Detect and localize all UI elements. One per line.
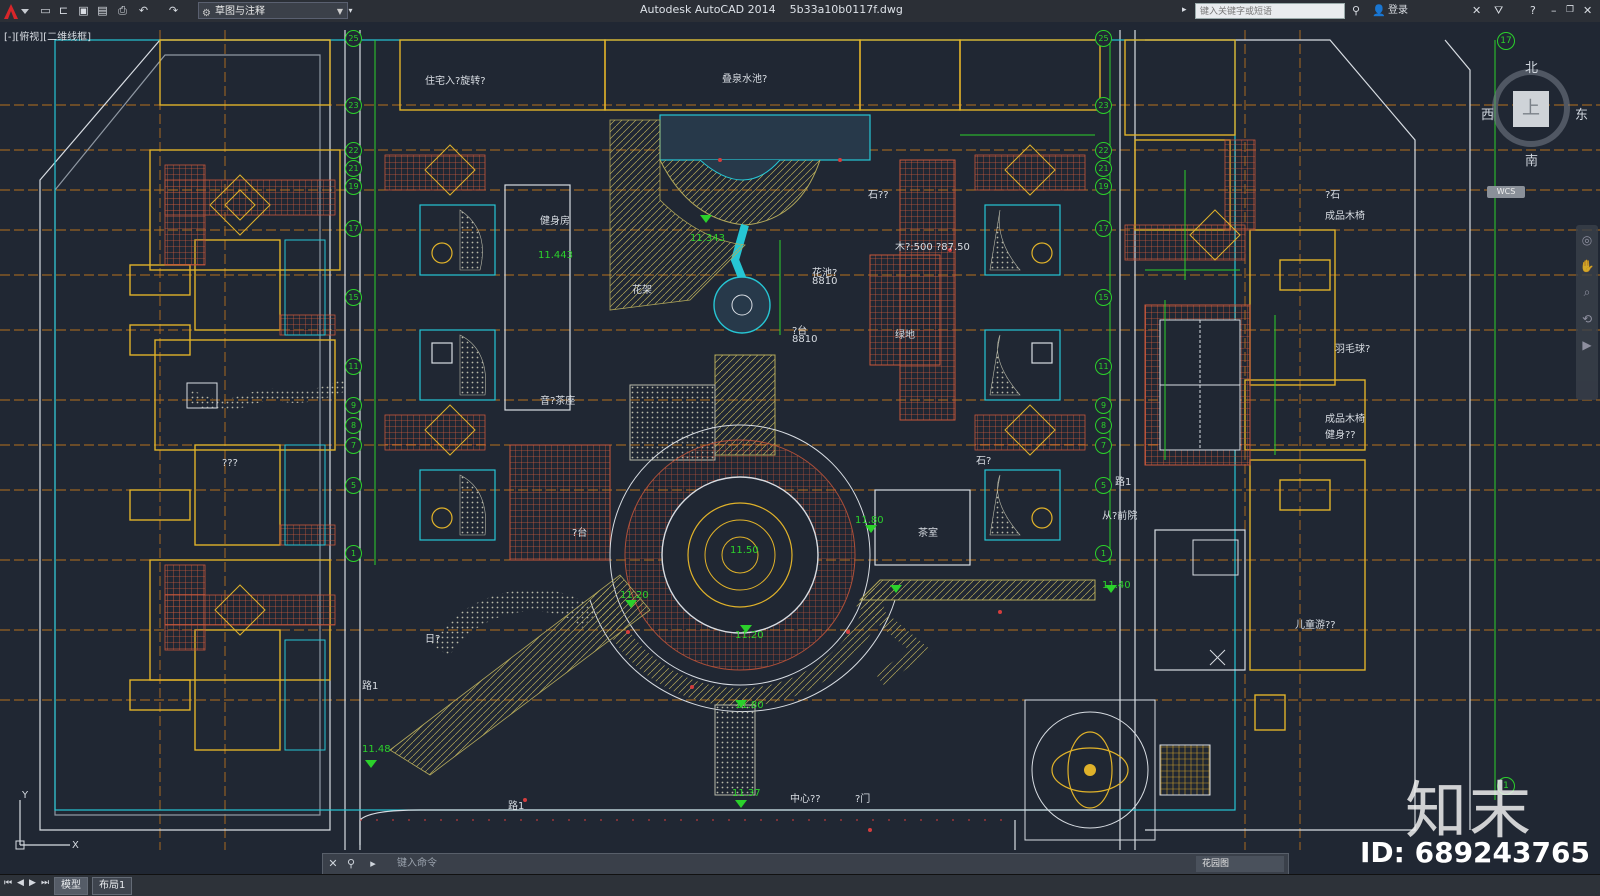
- children-playground: [1154, 529, 1246, 671]
- grid-bubble: 15: [1095, 289, 1112, 306]
- help-icon[interactable]: ?: [1530, 3, 1536, 18]
- grid-bubble: 23: [1095, 97, 1112, 114]
- command-line[interactable]: ✕ ⚲ ▸ 键入命令 花园图: [322, 853, 1289, 875]
- grid-bubble: 7: [1095, 437, 1112, 454]
- grid-bubble: 11: [1095, 358, 1112, 375]
- grid-bubble: 1: [1095, 545, 1112, 562]
- grid-bubble: 15: [345, 289, 362, 306]
- viewcube[interactable]: 北 西 东 南 上: [1475, 55, 1588, 175]
- viewcube-west[interactable]: 西: [1481, 104, 1494, 123]
- search-expand-icon[interactable]: ▸: [1182, 3, 1187, 18]
- pan-icon[interactable]: ✋: [1576, 259, 1598, 273]
- command-input[interactable]: 键入命令: [397, 856, 437, 872]
- grid-bubble: 25: [345, 30, 362, 47]
- recent-commands-icon[interactable]: ▸: [365, 856, 381, 872]
- a360-icon[interactable]: ⛛: [1494, 3, 1503, 18]
- cad-drawing: [0, 30, 1600, 861]
- svg-text:X: X: [72, 840, 79, 850]
- workspace-select[interactable]: ⚙ 草图与注释 ▼: [198, 2, 348, 19]
- open-file-icon[interactable]: ⊏: [56, 3, 71, 18]
- save-icon[interactable]: ▣: [76, 3, 91, 18]
- close-button[interactable]: ✕: [1583, 3, 1592, 18]
- orbit-icon[interactable]: ⟲: [1576, 312, 1598, 326]
- search-input[interactable]: 键入关键字或短语: [1195, 3, 1345, 19]
- app-title: Autodesk AutoCAD 2014: [640, 3, 776, 16]
- viewport-controls-label[interactable]: [-][俯视][二维线框]: [4, 28, 91, 43]
- watermark-id: ID: 689243765: [1360, 836, 1590, 869]
- grid-bubble: 23: [345, 97, 362, 114]
- right-paving: [1124, 139, 1256, 261]
- redo-icon[interactable]: ↷: [166, 3, 181, 18]
- left-curved-path: [186, 379, 348, 412]
- grid-bubble: 5: [345, 477, 362, 494]
- first-tab-icon[interactable]: ⏮: [4, 878, 12, 888]
- grid-bubble: 9: [1095, 397, 1112, 414]
- grid-bubble: 21: [1095, 160, 1112, 177]
- title-bar: ▭ ⊏ ▣ ▤ ⎙ ↶ ↷ ⚙ 草图与注释 ▼ ▾ Autodesk AutoC…: [0, 0, 1600, 23]
- water-feature: [659, 114, 871, 334]
- viewcube-east[interactable]: 东: [1575, 104, 1588, 123]
- navigation-bar[interactable]: ◎ ✋ ⌕ ⟲ ▶: [1576, 225, 1598, 400]
- viewcube-north[interactable]: 北: [1525, 57, 1538, 76]
- close-command-icon[interactable]: ✕: [325, 856, 341, 872]
- grid-bubble: 19: [345, 178, 362, 195]
- tab-model[interactable]: 模型: [54, 877, 88, 895]
- grid-bubble: 8: [345, 417, 362, 434]
- print-icon[interactable]: ⎙: [115, 3, 130, 18]
- wcs-menu[interactable]: WCS: [1487, 186, 1525, 198]
- login-button[interactable]: 登录: [1388, 3, 1408, 18]
- layout-tab-bar: ⏮ ◀ ▶ ⏭ 模型 布局1: [0, 874, 1600, 896]
- minimize-button[interactable]: –: [1551, 3, 1557, 18]
- grid-bubble-right: 17: [1497, 32, 1515, 50]
- zoom-icon[interactable]: ⌕: [1576, 285, 1598, 300]
- grid-bubble: 22: [345, 142, 362, 159]
- grid-bubble: 25: [1095, 30, 1112, 47]
- grid-bubble: 19: [1095, 178, 1112, 195]
- viewcube-top-face[interactable]: 上: [1513, 91, 1549, 127]
- grid-bubble: 9: [345, 397, 362, 414]
- grid-bubble: 21: [345, 160, 362, 177]
- grid-bubble: 17: [345, 220, 362, 237]
- undo-icon[interactable]: ↶: [136, 3, 151, 18]
- autocad-app-icon[interactable]: [2, 1, 32, 21]
- grid-bubble: 8: [1095, 417, 1112, 434]
- grid-bubble: 5: [1095, 477, 1112, 494]
- quick-access-menu-icon[interactable]: ▾: [343, 3, 358, 18]
- showmotion-icon[interactable]: ▶: [1576, 338, 1598, 352]
- exchange-icon[interactable]: ✕: [1472, 3, 1481, 18]
- ucs-icon: Y X: [15, 790, 79, 850]
- grid-bubble: 7: [345, 437, 362, 454]
- next-tab-icon[interactable]: ▶: [29, 878, 36, 888]
- user-icon[interactable]: 👤: [1372, 3, 1386, 18]
- badminton-court: [1144, 304, 1251, 466]
- last-tab-icon[interactable]: ⏭: [41, 878, 49, 888]
- grid-bubble: 11: [345, 358, 362, 375]
- save-as-icon[interactable]: ▤: [95, 3, 110, 18]
- grid-bubble: 17: [1095, 220, 1112, 237]
- new-file-icon[interactable]: ▭: [38, 3, 53, 18]
- search-command-icon[interactable]: ⚲: [343, 856, 359, 872]
- svg-text:Y: Y: [21, 790, 29, 801]
- tab-layout1[interactable]: 布局1: [92, 877, 133, 895]
- grid-bubble: 22: [1095, 142, 1112, 159]
- drawing-canvas[interactable]: [0, 22, 1600, 874]
- grid-bubble: 1: [345, 545, 362, 562]
- steering-wheel-icon[interactable]: ◎: [1576, 233, 1598, 247]
- command-status[interactable]: 花园图: [1196, 856, 1284, 872]
- workspace-label: 草图与注释: [215, 6, 265, 17]
- file-name: 5b33a10b0117f.dwg: [789, 3, 903, 16]
- gear-icon: ⚙: [202, 8, 211, 19]
- viewcube-south[interactable]: 南: [1525, 150, 1538, 169]
- binoculars-icon[interactable]: ⚲: [1352, 3, 1360, 18]
- window-title: Autodesk AutoCAD 2014 5b33a10b0117f.dwg: [640, 3, 903, 16]
- prev-tab-icon[interactable]: ◀: [17, 878, 24, 888]
- restore-button[interactable]: ❐: [1566, 3, 1574, 18]
